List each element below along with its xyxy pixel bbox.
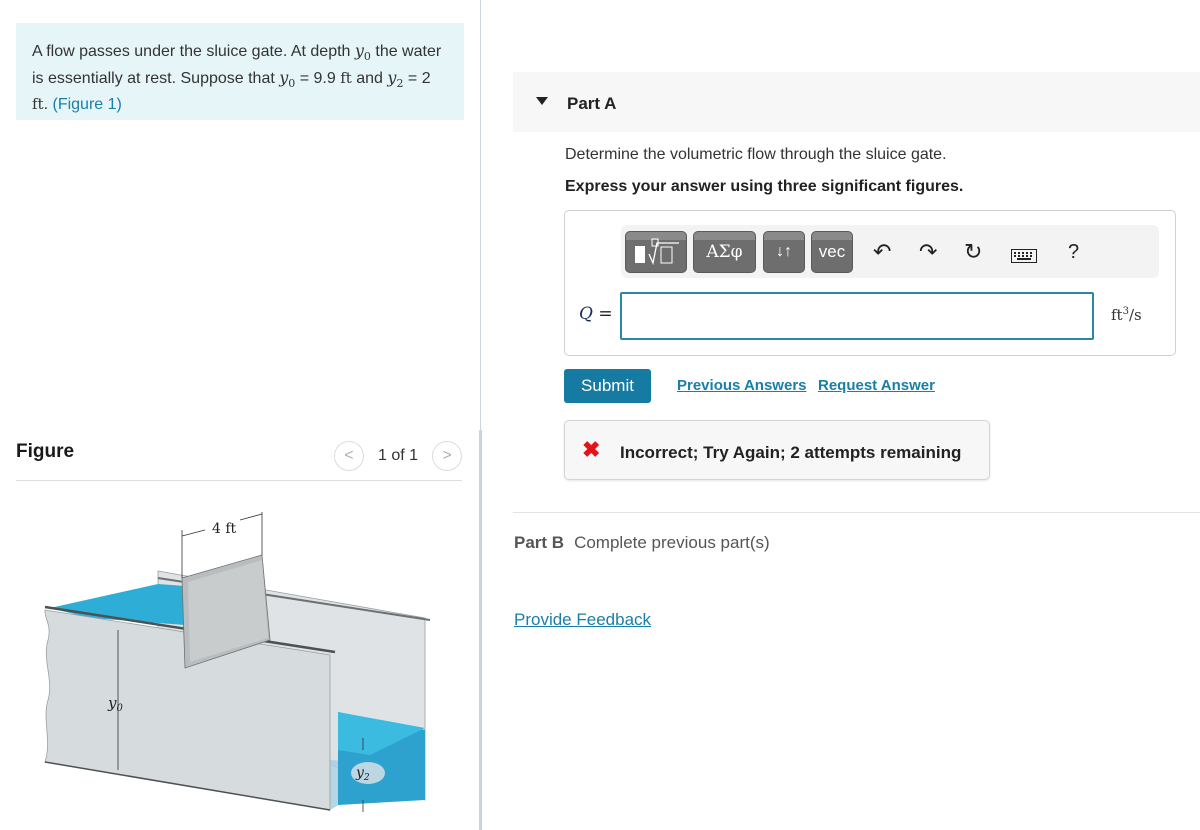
instruction-text: Express your answer using three signific…: [565, 178, 964, 195]
part-b-header: Part B Complete previous part(s): [514, 533, 770, 553]
panel-resize-handle[interactable]: [479, 430, 482, 830]
templates-icon: [635, 238, 679, 266]
greek-symbols-button[interactable]: ΑΣφ: [693, 231, 756, 273]
part-b-title: Part B: [514, 533, 565, 552]
y2-symbol: y2: [387, 68, 404, 91]
prev-figure-button[interactable]: <: [333, 441, 364, 471]
section-divider: [513, 512, 1200, 513]
incorrect-x-icon: ✖: [582, 437, 601, 462]
answer-unit: ft3/s: [1111, 306, 1142, 324]
y2-value: = 2: [403, 70, 431, 88]
feedback-text: Incorrect; Try Again; 2 attempts remaini…: [620, 443, 962, 462]
reset-icon[interactable]: ↻: [964, 239, 982, 265]
intro-text: and: [351, 70, 388, 88]
request-answer-link[interactable]: Request Answer: [818, 377, 935, 394]
arrows-button[interactable]: ↓↑: [763, 231, 805, 273]
vector-button[interactable]: vec: [811, 231, 853, 273]
left-panel: A flow passes under the sluice gate. At …: [0, 0, 480, 830]
figure-pager: < 1 of 1 >: [333, 441, 462, 471]
figure-title: Figure: [16, 441, 75, 462]
part-a-title: Part A: [567, 94, 617, 113]
figure-link[interactable]: (Figure 1): [52, 96, 121, 113]
intro-text: A flow passes under the sluice gate. At …: [32, 43, 355, 60]
y0-symbol: y0: [279, 68, 296, 91]
answer-label: Q =: [579, 304, 613, 324]
chevron-left-icon: <: [344, 447, 354, 464]
previous-answers-link[interactable]: Previous Answers: [677, 377, 807, 394]
templates-button[interactable]: [625, 231, 687, 273]
help-icon[interactable]: ?: [1068, 239, 1079, 265]
width-label: 4 ft: [212, 521, 237, 537]
next-figure-button[interactable]: >: [432, 441, 462, 471]
feedback-message: ✖ Incorrect; Try Again; 2 attempts remai…: [564, 420, 990, 480]
redo-icon[interactable]: ↷: [919, 239, 937, 265]
question-text: Determine the volumetric flow through th…: [565, 146, 947, 163]
part-b-status: Complete previous part(s): [574, 533, 770, 552]
problem-statement: A flow passes under the sluice gate. At …: [16, 23, 464, 120]
sluice-gate-figure: 4 ft y0 y2: [44, 512, 431, 812]
submit-button[interactable]: Submit: [564, 369, 651, 403]
panel-divider: [480, 0, 481, 430]
y0-value: = 9.9: [295, 70, 341, 88]
unit: ft: [32, 95, 44, 114]
figure-header: Figure < 1 of 1 >: [16, 437, 462, 481]
y0-symbol: y0: [354, 41, 371, 64]
pager-text: 1 of 1: [377, 447, 418, 464]
keyboard-icon[interactable]: [1011, 243, 1037, 269]
part-a-header[interactable]: Part A: [513, 72, 1200, 132]
answer-input[interactable]: [620, 292, 1094, 340]
math-toolbar: ΑΣφ ↓↑ vec ↶ ↷ ↻ ?: [621, 225, 1159, 278]
undo-icon[interactable]: ↶: [873, 239, 891, 265]
caret-down-icon: [536, 97, 548, 105]
unit: ft: [340, 69, 352, 88]
chevron-right-icon: >: [442, 447, 452, 464]
answer-box: ΑΣφ ↓↑ vec ↶ ↷ ↻ ? Q = ft3/s: [564, 210, 1176, 356]
provide-feedback-link[interactable]: Provide Feedback: [514, 610, 651, 630]
